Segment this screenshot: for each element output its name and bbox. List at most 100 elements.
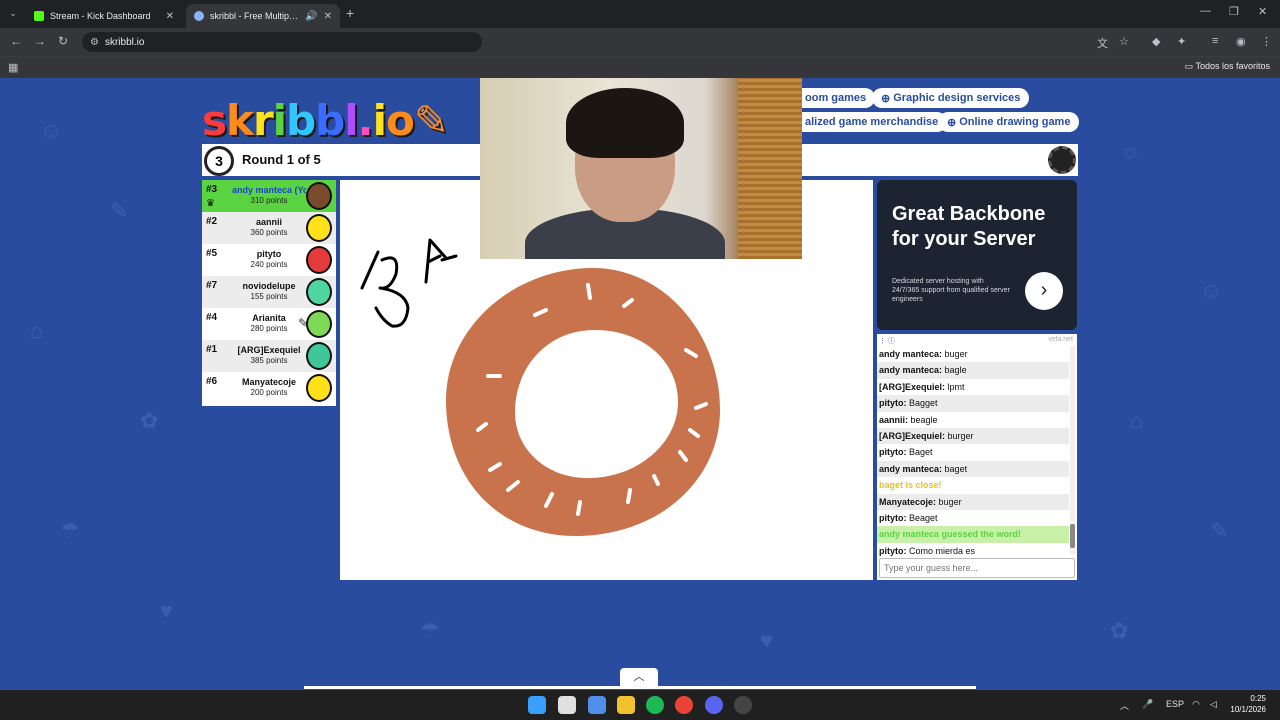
player-row[interactable]: #1 [ARG]Exequiel 385 points — [202, 340, 336, 372]
chrome-icon[interactable] — [675, 696, 693, 714]
horizontal-scrollbar[interactable] — [304, 686, 976, 689]
handwritten-ba — [360, 238, 458, 328]
address-bar[interactable]: ⚙ skribbl.io — [82, 32, 482, 52]
restore-icon[interactable]: ❐ — [1229, 5, 1239, 18]
player-row[interactable]: #7 noviodelupe 155 points — [202, 276, 336, 308]
obs-icon[interactable] — [734, 696, 752, 714]
volume-icon[interactable]: ◁ — [1210, 699, 1217, 710]
show-hidden-icons-icon[interactable]: ︿ — [1120, 699, 1129, 712]
guess-input[interactable] — [879, 558, 1075, 578]
tab-list-icon[interactable]: ≡ — [1212, 35, 1218, 47]
search-icon[interactable] — [558, 696, 576, 714]
player-avatar — [306, 278, 332, 306]
menu-dots-icon[interactable]: ⋮ — [1261, 35, 1272, 48]
player-row[interactable]: #4 Arianita 280 points ✎ — [202, 308, 336, 340]
profile-icon[interactable]: ◉ — [1236, 35, 1246, 48]
spotify-icon[interactable] — [646, 696, 664, 714]
player-avatar — [306, 214, 332, 242]
chat-text: beagle — [910, 414, 938, 425]
system-clock[interactable]: 0:25 10/1/2026 — [1230, 693, 1266, 715]
logo-letter: s — [202, 96, 227, 145]
ad-arrow-icon[interactable]: › — [1025, 272, 1063, 310]
advertisement[interactable]: Great Backbone for your Server Dedicated… — [877, 180, 1077, 330]
doodle-icon: ⌂ — [30, 318, 44, 343]
player-name: pityto — [256, 249, 282, 259]
player-avatar — [306, 342, 332, 370]
chat-text: buger — [944, 349, 968, 359]
graphic-design-link[interactable]: ⊕ Graphic design services — [872, 88, 1030, 108]
doodle-icon: ☂ — [420, 618, 440, 643]
microphone-icon[interactable]: 🎤 — [1142, 699, 1153, 710]
crown-icon: ♛ — [206, 198, 215, 209]
chat-author: andy manteca: — [879, 349, 943, 359]
tab-kick-dashboard[interactable]: Stream - Kick Dashboard ✕ — [26, 4, 182, 28]
online-drawing-game-link[interactable]: ⊕ Online drawing game — [938, 112, 1080, 132]
close-tab-icon[interactable]: ✕ — [324, 11, 332, 22]
logo-letter: b — [315, 96, 345, 145]
chat-message: pityto: Bagget — [877, 395, 1069, 412]
tab-title: Stream - Kick Dashboard — [50, 11, 151, 21]
wifi-icon[interactable]: ◠ — [1192, 699, 1200, 710]
player-rank: #2 — [206, 216, 218, 227]
doodle-icon: ♥ — [760, 628, 774, 653]
store-icon[interactable] — [588, 696, 606, 714]
scroll-thumb[interactable] — [1070, 524, 1075, 548]
close-window-icon[interactable]: ✕ — [1258, 5, 1267, 18]
chat-message: pityto: Baget — [877, 444, 1069, 460]
back-icon[interactable]: ← — [10, 34, 22, 48]
timer-clock-icon: 3 — [204, 146, 234, 176]
player-row[interactable]: #5 pityto 240 points — [202, 244, 336, 276]
skribbl-logo[interactable]: skribbl.io✎ — [202, 96, 449, 145]
tab-skribbl[interactable]: skribbl - Free Multiplayer D 🔊 ✕ — [186, 4, 340, 28]
round-indicator: Round 1 of 5 — [242, 152, 321, 167]
windows-taskbar: ︿ 🎤 ESP ◠ ◁ 0:25 10/1/2026 — [0, 690, 1280, 720]
chat-author: andy manteca: — [879, 463, 943, 474]
chat-text: Como mierda es — [909, 545, 976, 556]
extensions-puzzle-icon[interactable]: ✦ — [1177, 35, 1186, 48]
chat-text: Bagget — [909, 398, 938, 409]
discord-icon[interactable] — [705, 696, 723, 714]
system-message-text: andy manteca guessed the word! — [879, 529, 1022, 540]
translate-icon[interactable]: 文 — [1097, 35, 1108, 51]
minimize-icon[interactable]: — — [1200, 5, 1211, 17]
windows-start-icon[interactable] — [528, 696, 546, 714]
skribbl-page: ☺ ✎ ⌂ ✿ ☂ ♥ ☼ ☺ ⌂ ✎ ✿ ☂ ♥ skribbl.io✎ oo… — [0, 78, 1280, 690]
reload-icon[interactable]: ↻ — [58, 34, 68, 48]
language-indicator[interactable]: ESP — [1166, 699, 1184, 709]
system-message-text: baget is close! — [879, 480, 942, 491]
player-row[interactable]: #3 andy manteca (You)310 points ♛ — [202, 180, 336, 212]
room-games-link[interactable]: oom games — [796, 88, 876, 108]
close-tab-icon[interactable]: ✕ — [166, 11, 174, 22]
doodle-icon: ✿ — [140, 408, 159, 433]
player-row[interactable]: #2 aannii 360 points — [202, 212, 336, 244]
tab-search-icon[interactable]: ⌄ — [6, 6, 20, 20]
player-points: 310 points — [250, 196, 288, 205]
extension-icon[interactable]: ◆ — [1152, 35, 1160, 48]
doodle-icon: ☂ — [60, 518, 80, 543]
player-avatar — [306, 310, 332, 338]
chat-text: burger — [947, 430, 974, 441]
player-points: 155 points — [250, 292, 288, 301]
game-merchandise-link[interactable]: alized game merchandise — [796, 112, 948, 132]
file-explorer-icon[interactable] — [617, 696, 635, 714]
chat-scrollbar[interactable] — [1070, 346, 1075, 554]
scroll-up-chevron-icon[interactable]: ︿ — [620, 668, 658, 686]
bookmark-star-icon[interactable]: ☆ — [1119, 35, 1129, 48]
forward-icon[interactable]: → — [34, 34, 46, 48]
chat-author: pityto: — [879, 447, 907, 458]
all-bookmarks-link[interactable]: ▭ Todos los favoritos — [1185, 61, 1270, 72]
chat-author: pityto: — [879, 545, 907, 556]
site-info-icon[interactable]: ⚙ — [90, 37, 99, 48]
bagel-drawing — [446, 267, 720, 537]
speaker-icon[interactable]: 🔊 — [305, 11, 317, 22]
doodle-icon: ✎ — [1210, 518, 1229, 543]
settings-gear-icon[interactable] — [1048, 146, 1076, 174]
chat-message: [ARG]Exequiel: lpmt — [877, 379, 1069, 395]
chat-text: bagle — [944, 365, 967, 376]
chat-message: andy manteca: bagle — [877, 362, 1069, 379]
apps-grid-icon[interactable]: ▦ — [8, 61, 18, 74]
ad-info-icon[interactable]: ⋮ ⓘ — [879, 338, 895, 345]
doodle-icon: ☺ — [1200, 278, 1223, 303]
player-row[interactable]: #6 Manyatecoje 200 points — [202, 372, 336, 404]
new-tab-button[interactable]: + — [346, 5, 354, 21]
